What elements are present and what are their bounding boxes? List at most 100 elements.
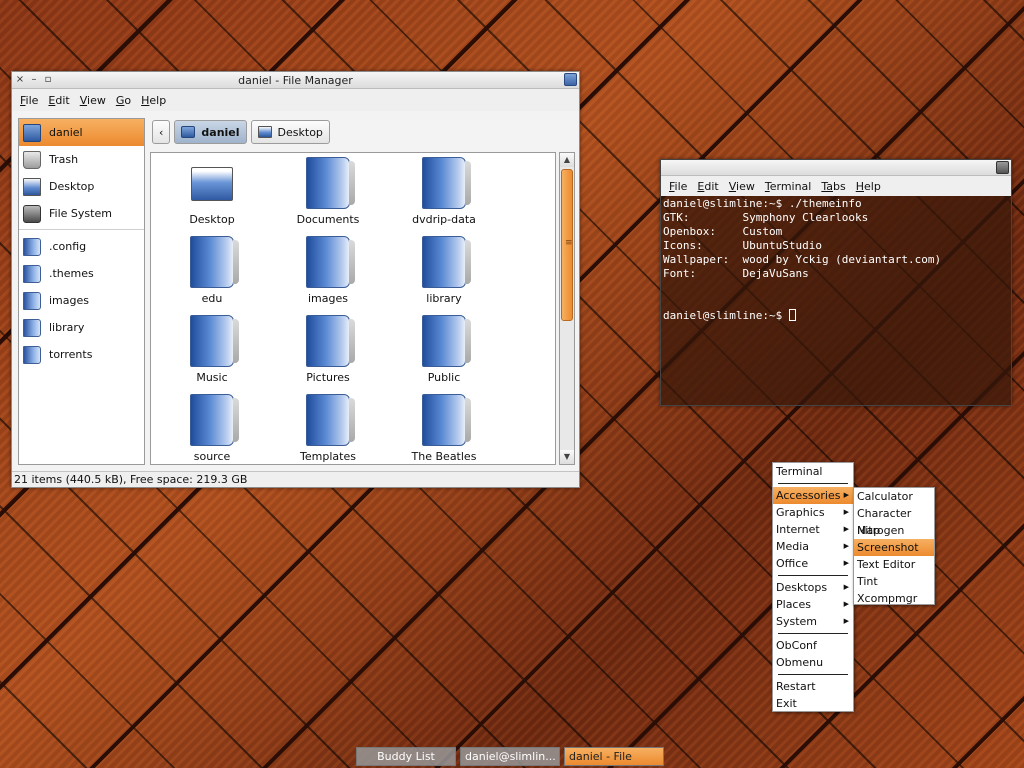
terminal-line: Font: DejaVuSans [663, 267, 809, 280]
scroll-up-arrow-icon[interactable]: ▲ [560, 153, 574, 167]
taskbar-button-file-manager[interactable]: daniel - File Ma... [564, 747, 664, 766]
menu-item-places[interactable]: Places ▶ [773, 596, 853, 613]
menu-item-screenshot[interactable]: Screenshot [854, 539, 934, 556]
menu-separator [778, 575, 848, 576]
scroll-down-arrow-icon[interactable]: ▼ [560, 450, 574, 464]
menu-item-obmenu[interactable]: Obmenu [773, 654, 853, 671]
scrollbar-thumb[interactable] [561, 169, 573, 321]
file-manager-titlebar[interactable]: × – ▫ daniel - File Manager [12, 72, 579, 89]
terminal-prompt: daniel@slimline:~$ [663, 309, 789, 322]
terminal-line: GTK: Symphony Clearlooks [663, 211, 869, 224]
terminal-app-icon[interactable] [996, 161, 1009, 174]
file-item-source[interactable]: source [154, 394, 270, 464]
file-item-templates[interactable]: Templates [270, 394, 386, 464]
file-manager-menubar: File Edit View Go Help [12, 89, 579, 111]
menu-item-internet[interactable]: Internet ▶ [773, 521, 853, 538]
sidebar-item-library[interactable]: library [19, 314, 144, 341]
sidebar-item-config[interactable]: .config [19, 233, 144, 260]
app-icon[interactable] [564, 73, 577, 86]
status-bar: 21 items (440.5 kB), Free space: 219.3 G… [12, 471, 579, 487]
menu-item-terminal[interactable]: Terminal [773, 463, 853, 480]
folder-icon [306, 157, 355, 209]
menu-item-exit[interactable]: Exit [773, 695, 853, 712]
file-item-images[interactable]: images [270, 236, 386, 315]
submenu-arrow-icon: ▶ [843, 600, 849, 608]
file-item-desktop[interactable]: Desktop [154, 157, 270, 236]
terminal-menu-view[interactable]: View [724, 180, 760, 193]
menu-item-system[interactable]: System ▶ [773, 613, 853, 630]
terminal-cursor [788, 309, 796, 321]
menu-file[interactable]: File [15, 94, 43, 107]
back-button[interactable]: ‹ [152, 120, 171, 144]
menu-go[interactable]: Go [111, 94, 136, 107]
terminal-menu-terminal[interactable]: Terminal [760, 180, 817, 193]
terminal-menu-tabs[interactable]: Tabs [816, 180, 850, 193]
sidebar-item-torrents[interactable]: torrents [19, 341, 144, 368]
terminal-output[interactable]: daniel@slimline:~$ ./themeinfo GTK: Symph… [661, 196, 1011, 324]
file-item-edu[interactable]: edu [154, 236, 270, 315]
submenu-arrow-icon: ▶ [843, 559, 849, 567]
menu-edit[interactable]: Edit [43, 94, 74, 107]
sidebar-item-daniel[interactable]: daniel [19, 119, 144, 146]
submenu-arrow-icon: ▶ [843, 525, 849, 533]
menu-help[interactable]: Help [136, 94, 171, 107]
vertical-scrollbar[interactable]: ▲ ▼ [559, 152, 575, 465]
menu-item-restart[interactable]: Restart [773, 678, 853, 695]
taskbar-button-terminal[interactable]: daniel@slimlin... [460, 747, 560, 766]
sidebar-item-desktop[interactable]: Desktop [19, 173, 144, 200]
menu-item-calculator[interactable]: Calculator [854, 488, 934, 505]
desktop-folder-icon [191, 167, 233, 201]
file-item-dvdrip-data[interactable]: dvdrip-data [386, 157, 502, 236]
menu-item-xcompmgr[interactable]: Xcompmgr [854, 590, 934, 607]
submenu-arrow-icon: ▶ [843, 542, 849, 550]
terminal-menu-help[interactable]: Help [851, 180, 886, 193]
desktop-icon [257, 126, 272, 138]
terminal-titlebar[interactable] [661, 160, 1011, 176]
terminal-line: Wallpaper: wood by Yckig (deviantart.com… [663, 253, 942, 266]
terminal-menu-edit[interactable]: Edit [692, 180, 723, 193]
menu-item-graphics[interactable]: Graphics ▶ [773, 504, 853, 521]
menu-item-obconf[interactable]: ObConf [773, 637, 853, 654]
menu-item-desktops[interactable]: Desktops ▶ [773, 579, 853, 596]
home-folder-icon [23, 123, 41, 142]
file-item-music[interactable]: Music [154, 315, 270, 394]
folder-icon [190, 315, 239, 367]
submenu-arrow-icon: ▶ [843, 617, 849, 625]
menu-item-tint[interactable]: Tint [854, 573, 934, 590]
menu-item-nitrogen[interactable]: Nitrogen [854, 522, 934, 539]
file-item-the-beatles[interactable]: The Beatles [386, 394, 502, 464]
menu-view[interactable]: View [75, 94, 111, 107]
menu-item-character-map[interactable]: Character Map [854, 505, 934, 537]
menu-item-office[interactable]: Office ▶ [773, 555, 853, 572]
file-item-library[interactable]: library [386, 236, 502, 315]
taskbar: Buddy List daniel@slimlin... daniel - Fi… [356, 747, 664, 766]
file-item-documents[interactable]: Documents [270, 157, 386, 236]
taskbar-button-buddy-list[interactable]: Buddy List [356, 747, 456, 766]
hard-disk-icon [23, 204, 41, 223]
menu-item-media[interactable]: Media ▶ [773, 538, 853, 555]
terminal-menu-file[interactable]: File [664, 180, 692, 193]
trash-icon [23, 150, 41, 169]
home-folder-icon [181, 126, 196, 138]
window-title: daniel - File Manager [238, 74, 353, 87]
menu-item-accessories[interactable]: Accessories ▶ [773, 487, 853, 504]
terminal-prompt-line: daniel@slimline:~$ [663, 309, 1009, 323]
sidebar-item-file-system[interactable]: File System [19, 200, 144, 227]
folder-icon [23, 318, 41, 337]
icon-view: Desktop Documents dvdrip-data edu images… [150, 152, 556, 465]
terminal-line: Openbox: Custom [663, 225, 783, 238]
path-button-daniel[interactable]: daniel [174, 120, 247, 144]
folder-icon [306, 315, 355, 367]
sidebar-divider [19, 229, 144, 230]
file-manager-window: × – ▫ daniel - File Manager File Edit Vi… [11, 71, 580, 488]
sidebar-item-trash[interactable]: Trash [19, 146, 144, 173]
folder-icon [190, 394, 239, 446]
file-item-pictures[interactable]: Pictures [270, 315, 386, 394]
sidebar-item-images[interactable]: images [19, 287, 144, 314]
path-button-desktop[interactable]: Desktop [250, 120, 330, 144]
sidebar-item-themes[interactable]: .themes [19, 260, 144, 287]
menu-item-text-editor[interactable]: Text Editor [854, 556, 934, 573]
openbox-root-menu: Terminal Accessories ▶ Graphics ▶ Internet… [772, 462, 854, 712]
file-item-public[interactable]: Public [386, 315, 502, 394]
